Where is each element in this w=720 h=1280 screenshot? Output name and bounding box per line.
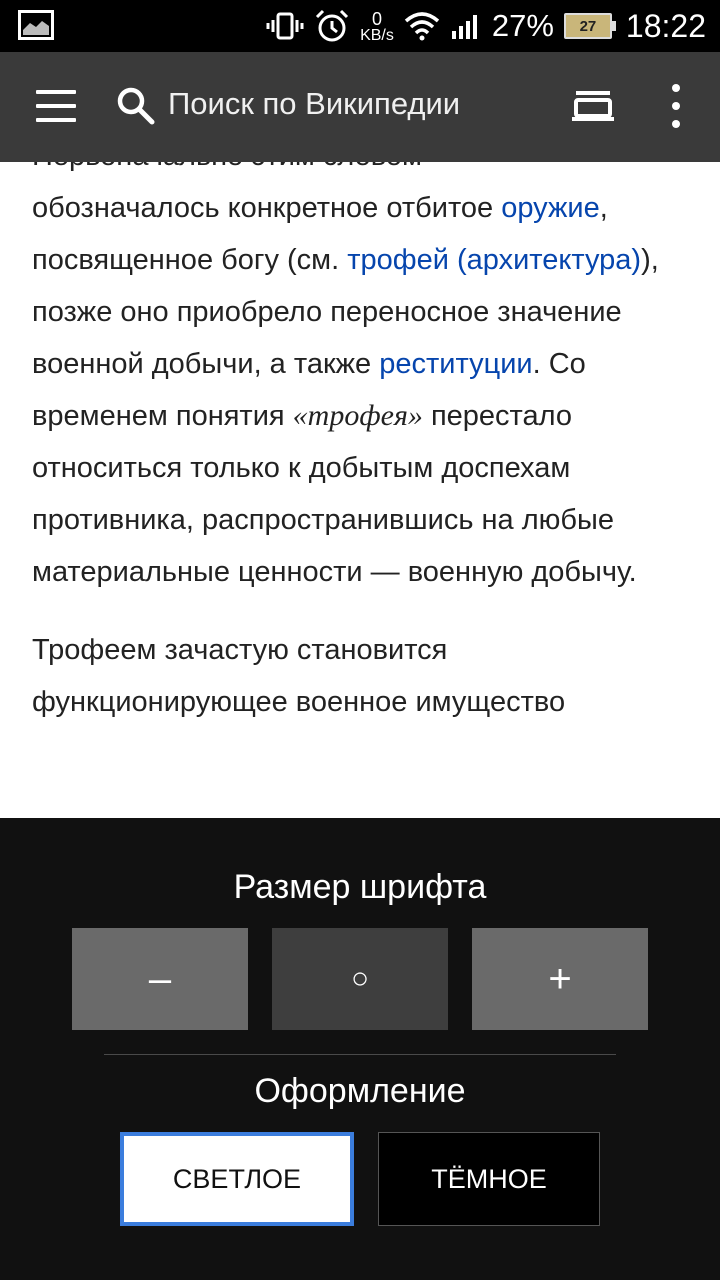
- light-theme-button[interactable]: СВЕТЛОЕ: [120, 1132, 354, 1226]
- decrease-font-button[interactable]: –: [72, 928, 248, 1030]
- article-paragraph-1: Первоначально этим словомобозначалось ко…: [0, 130, 720, 598]
- battery-percent: 27%: [491, 8, 554, 43]
- wifi-icon: [404, 11, 440, 41]
- text-run: обозначалось конкретное отбитое: [32, 192, 502, 224]
- divider: [104, 1054, 616, 1055]
- article-paragraph-2: Трофеем зачастую становится функционирующ…: [0, 624, 720, 728]
- link-restitution[interactable]: реституции: [379, 348, 532, 380]
- link-weapon[interactable]: оружие: [501, 192, 599, 224]
- battery-level: 27: [579, 17, 597, 35]
- vibrate-icon: [266, 11, 304, 41]
- menu-icon[interactable]: [36, 90, 76, 122]
- text-settings-panel: Размер шрифта – ○ + Оформление СВЕТЛОЕ Т…: [0, 818, 720, 1280]
- gallery-icon: [18, 10, 54, 40]
- app-toolbar: Поиск по Википедии: [0, 52, 720, 162]
- status-bar: 0 KB/s 27% 27 18:22: [0, 0, 720, 52]
- increase-font-button[interactable]: +: [472, 928, 648, 1030]
- network-speed-unit: KB/s: [360, 27, 394, 44]
- search-icon[interactable]: [116, 86, 156, 126]
- more-options-icon[interactable]: [668, 84, 684, 128]
- font-size-title: Размер шрифта: [233, 868, 487, 906]
- emphasis-trophy: «трофея»: [292, 399, 423, 432]
- reading-list-icon[interactable]: [570, 90, 616, 126]
- network-speed: 0 KB/s: [360, 10, 394, 44]
- article-content: Первоначально этим словомобозначалось ко…: [0, 130, 720, 818]
- search-input[interactable]: Поиск по Википедии: [168, 86, 460, 122]
- text-run: функционирующее военное имущество: [32, 686, 566, 718]
- dark-theme-button[interactable]: ТЁМНОЕ: [378, 1132, 600, 1226]
- battery-icon: 27: [563, 13, 616, 39]
- network-speed-value: 0: [371, 9, 382, 29]
- alarm-icon: [314, 8, 350, 44]
- reset-font-button[interactable]: ○: [272, 928, 448, 1030]
- link-trophy-architecture[interactable]: трофей (архитектура): [347, 244, 641, 276]
- theme-title: Оформление: [254, 1072, 466, 1110]
- clock: 18:22: [625, 7, 706, 44]
- signal-icon: [450, 11, 482, 41]
- text-run: Трофеем зачастую становится: [32, 634, 448, 666]
